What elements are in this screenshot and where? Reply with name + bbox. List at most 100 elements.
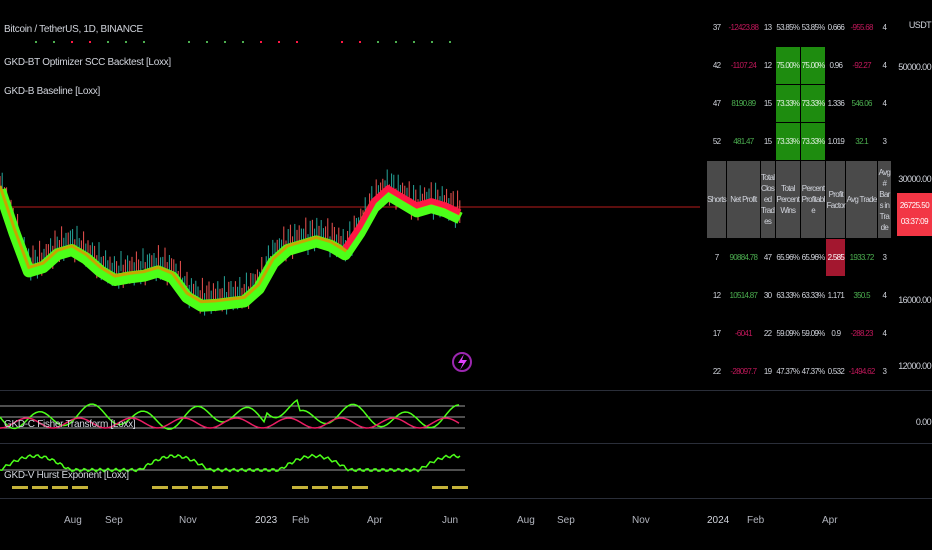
- indicator-legend-fisher[interactable]: GKD-C Fisher Transform [Loxx]: [4, 419, 136, 430]
- table-cell: 59.09%: [801, 329, 826, 338]
- table-cell: 0.532: [827, 367, 845, 376]
- signal-dot: [53, 41, 55, 43]
- hurst-regime-bar: [12, 486, 28, 489]
- column-header: Net Profit: [727, 161, 760, 238]
- table-cell: 1933.72: [849, 253, 875, 262]
- table-cell: 12: [763, 61, 772, 70]
- indicator-legend-optimizer[interactable]: GKD-BT Optimizer SCC Backtest [Loxx]: [4, 57, 171, 68]
- table-cell: 73.33%: [800, 123, 825, 160]
- table-row: 22 -28097.7 19 47.37% 47.37% 0.532 -1494.62 3: [707, 353, 891, 390]
- signal-dot: [89, 41, 91, 43]
- table-cell: 65.96%: [801, 253, 826, 262]
- table-cell: 1.019: [827, 137, 845, 146]
- table-row: 42 -1107.24 12 75.00% 75.00% 0.96 -92.27 4: [707, 47, 891, 84]
- table-cell: -12423.88: [728, 23, 759, 32]
- table-row: 37 -12423.88 13 53.85% 53.85% 0.666 -955.68 4: [707, 9, 891, 46]
- price-tick: 16000.00: [898, 295, 931, 305]
- table-cell: 4: [882, 99, 887, 108]
- symbol-legend[interactable]: Bitcoin / TetherUS, 1D, BINANCE: [4, 24, 143, 35]
- table-cell: 75.00%: [800, 47, 825, 84]
- last-price: 26725.50: [899, 201, 930, 210]
- hurst-regime-bar: [172, 486, 188, 489]
- hurst-regime-bar: [212, 486, 228, 489]
- table-cell: -1107.24: [730, 61, 757, 70]
- time-tick: Jun: [442, 515, 459, 526]
- time-tick: Apr: [367, 515, 383, 526]
- table-cell: 1.336: [827, 99, 845, 108]
- table-cell: 73.33%: [775, 123, 800, 160]
- hurst-regime-bar: [312, 486, 328, 489]
- table-cell: 52: [712, 137, 721, 146]
- pane-divider[interactable]: [0, 443, 932, 444]
- table-cell: 3: [882, 367, 887, 376]
- signal-dot: [431, 41, 433, 43]
- table-cell: 63.33%: [776, 291, 800, 300]
- time-tick: Sep: [557, 515, 575, 526]
- hurst-regime-bar: [72, 486, 88, 489]
- table-row: 17 -6041 22 59.09% 59.09% 0.9 -288.23 4: [707, 315, 891, 352]
- table-cell: 10514.87: [729, 291, 758, 300]
- time-tick: 2024: [707, 515, 730, 526]
- table-cell: 481.47: [733, 137, 754, 146]
- table-cell: 63.33%: [801, 291, 826, 300]
- lightning-icon: [458, 354, 467, 370]
- table-cell: 4: [882, 23, 887, 32]
- table-cell: -6041: [734, 329, 753, 338]
- price-tick: 50000.00: [898, 62, 931, 72]
- table-cell: 65.96%: [776, 253, 800, 262]
- table-cell: 12: [712, 291, 721, 300]
- table-cell: 4: [882, 329, 887, 338]
- table-cell: -28097.7: [730, 367, 757, 376]
- signal-dot: [296, 41, 298, 43]
- table-cell: 15: [763, 99, 772, 108]
- column-header: Total Percent Wins: [775, 161, 800, 238]
- hurst-line: [0, 453, 461, 473]
- signal-dot: [395, 41, 397, 43]
- price-axis[interactable]: USDT 50000.00 30000.00 16000.00 12000.00…: [895, 0, 932, 550]
- column-header: Avg # Bars in Trade: [877, 161, 891, 238]
- table-cell: -92.27: [852, 61, 871, 70]
- hurst-regime-bar: [352, 486, 368, 489]
- table-row: 52 481.47 15 73.33% 73.33% 1.019 32.1 3: [707, 123, 891, 160]
- signal-dot: [143, 41, 145, 43]
- indicator-legend-hurst[interactable]: GKD-V Hurst Exponent [Loxx]: [4, 470, 129, 481]
- signal-dot: [188, 41, 190, 43]
- table-cell: 4: [882, 291, 887, 300]
- price-tick: 30000.00: [898, 174, 931, 184]
- signal-dot: [206, 41, 208, 43]
- hurst-regime-bar: [32, 486, 48, 489]
- hurst-regime-bar: [52, 486, 68, 489]
- time-tick: Nov: [179, 515, 197, 526]
- time-tick: Nov: [632, 515, 650, 526]
- table-cell: 22: [763, 329, 772, 338]
- table-header: Shorts Net Profit Total Closed Trades Total…: [707, 161, 891, 238]
- table-cell: -955.68: [850, 23, 874, 32]
- time-tick: Aug: [517, 515, 535, 526]
- hurst-regime-bar: [332, 486, 348, 489]
- pane-divider: [0, 498, 932, 499]
- table-cell: 8190.89: [731, 99, 756, 108]
- time-tick: Apr: [822, 515, 838, 526]
- last-price-tag: 26725.50 03:37:09: [897, 193, 932, 236]
- table-cell: 47: [763, 253, 772, 262]
- table-cell: 37: [712, 23, 721, 32]
- table-cell: 19: [763, 367, 772, 376]
- table-cell: 17: [712, 329, 721, 338]
- indicator-legend-baseline[interactable]: GKD-B Baseline [Loxx]: [4, 86, 100, 97]
- table-cell: 47.37%: [801, 367, 826, 376]
- backtest-results-table: 37 -12423.88 13 53.85% 53.85% 0.666 -955.68 4 42…: [706, 8, 892, 391]
- table-cell: 73.33%: [775, 85, 800, 122]
- signal-dot: [341, 41, 343, 43]
- column-header: Shorts: [707, 161, 727, 238]
- hurst-regime-bar: [452, 486, 468, 489]
- signal-dot: [242, 41, 244, 43]
- table-cell: 0.666: [827, 23, 845, 32]
- time-tick: Sep: [105, 515, 123, 526]
- table-cell: 47.37%: [776, 367, 800, 376]
- table-cell: 53.85%: [776, 23, 800, 32]
- time-tick: Feb: [747, 515, 765, 526]
- signal-dot: [224, 41, 226, 43]
- table-cell: 3: [882, 253, 887, 262]
- signal-dot: [413, 41, 415, 43]
- table-cell: 90884.78: [729, 253, 758, 262]
